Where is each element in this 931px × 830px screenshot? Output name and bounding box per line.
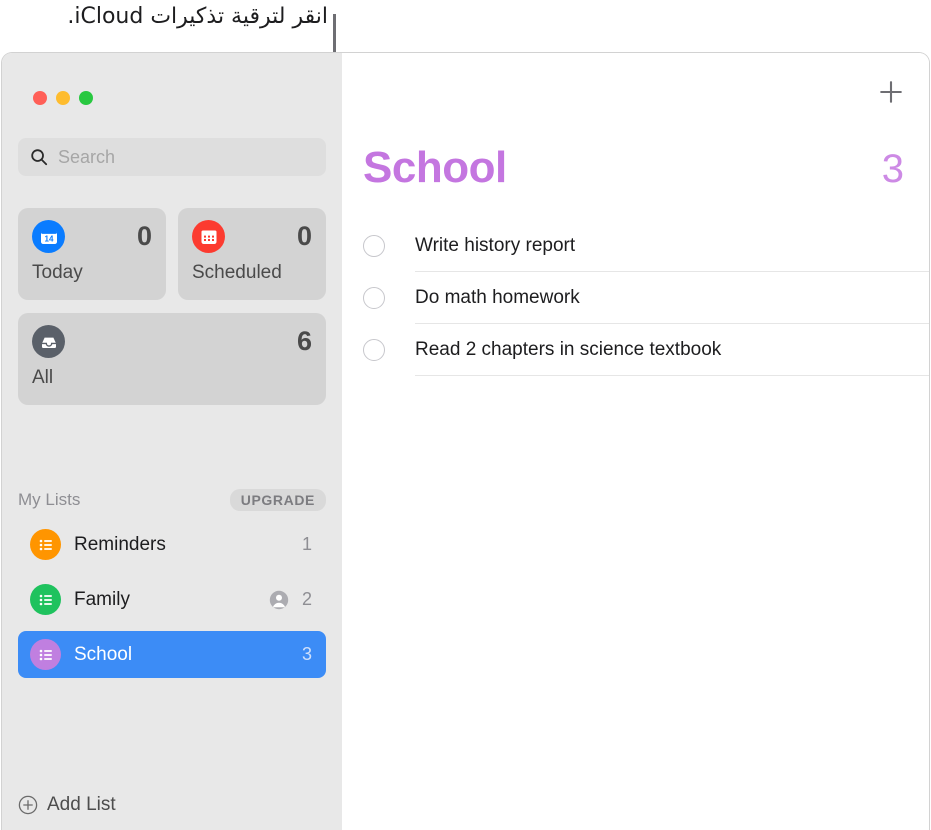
sidebar-list-family-label: Family (74, 588, 130, 610)
upgrade-badge[interactable]: UPGRADE (229, 489, 326, 511)
minimize-window-button[interactable] (56, 91, 70, 105)
smart-list-scheduled-label: Scheduled (192, 262, 282, 283)
smart-list-today-count: 0 (136, 221, 152, 251)
list-header: School 3 (363, 146, 904, 190)
reminder-checkbox[interactable] (363, 287, 385, 309)
calendar-grid-icon (192, 220, 225, 253)
reminder-divider (415, 375, 929, 376)
list-bullet-icon (30, 639, 61, 670)
smart-list-all-label: All (32, 367, 54, 388)
sidebar-list-school[interactable]: School 3 (18, 631, 326, 678)
reminder-checkbox[interactable] (363, 339, 385, 361)
reminders-window: 14 0 Today (1, 52, 930, 830)
my-lists-title: My Lists (18, 490, 81, 509)
reminder-title[interactable]: Do math homework (415, 287, 580, 309)
smart-list-today[interactable]: 14 0 Today (18, 208, 166, 300)
page-title: School (363, 143, 507, 192)
sidebar-list-school-label: School (74, 643, 133, 665)
plus-circle-icon (18, 795, 38, 815)
add-list-label: Add List (47, 794, 116, 815)
smart-list-all-count: 6 (296, 326, 312, 356)
sidebar-list-reminders-label: Reminders (74, 533, 166, 555)
smart-list-all[interactable]: 6 All (18, 313, 326, 405)
smart-list-scheduled[interactable]: 0 Scheduled (178, 208, 326, 300)
smart-list-today-label: Today (32, 262, 83, 283)
close-window-button[interactable] (33, 91, 47, 105)
list-bullet-icon (30, 584, 61, 615)
svg-text:14: 14 (44, 234, 53, 243)
sidebar-list-family-count: 2 (301, 589, 312, 609)
plus-icon[interactable] (878, 79, 904, 105)
reminder-row[interactable]: Read 2 chapters in science textbook (363, 324, 929, 376)
reminder-row[interactable]: Write history report (363, 220, 929, 272)
sidebar-list-reminders[interactable]: Reminders 1 (18, 521, 326, 568)
inbox-tray-icon (32, 325, 65, 358)
list-total-count: 3 (881, 147, 904, 191)
reminder-checkbox[interactable] (363, 235, 385, 257)
search-field[interactable] (18, 138, 326, 176)
reminder-row[interactable]: Do math homework (363, 272, 929, 324)
list-bullet-icon (30, 529, 61, 560)
calendar-day-icon: 14 (32, 220, 65, 253)
smart-list-scheduled-top: 0 (192, 220, 312, 253)
add-list-button[interactable]: Add List (18, 790, 116, 820)
sidebar-list-reminders-count: 1 (301, 534, 312, 554)
sidebar-list-school-count: 3 (301, 644, 312, 664)
zoom-window-button[interactable] (79, 91, 93, 105)
callout-text: انقر لترقية تذكيرات iCloud. (67, 4, 328, 29)
smart-list-today-top: 14 0 (32, 220, 152, 253)
smart-list-scheduled-count: 0 (296, 221, 312, 251)
reminders-list: Write history report Do math homework Re… (363, 220, 929, 376)
reminder-title[interactable]: Write history report (415, 235, 575, 257)
my-lists-header: My Lists UPGRADE (18, 487, 326, 513)
search-input[interactable] (58, 146, 298, 168)
person-circle-icon (269, 590, 289, 609)
window-controls (33, 91, 93, 105)
search-icon (31, 149, 48, 166)
reminder-title[interactable]: Read 2 chapters in science textbook (415, 339, 721, 361)
content-pane: School 3 Write history report Do math ho… (342, 53, 929, 830)
sidebar: 14 0 Today (2, 53, 342, 830)
smart-list-all-top: 6 (32, 325, 312, 358)
sidebar-list-family[interactable]: Family 2 (18, 576, 326, 623)
